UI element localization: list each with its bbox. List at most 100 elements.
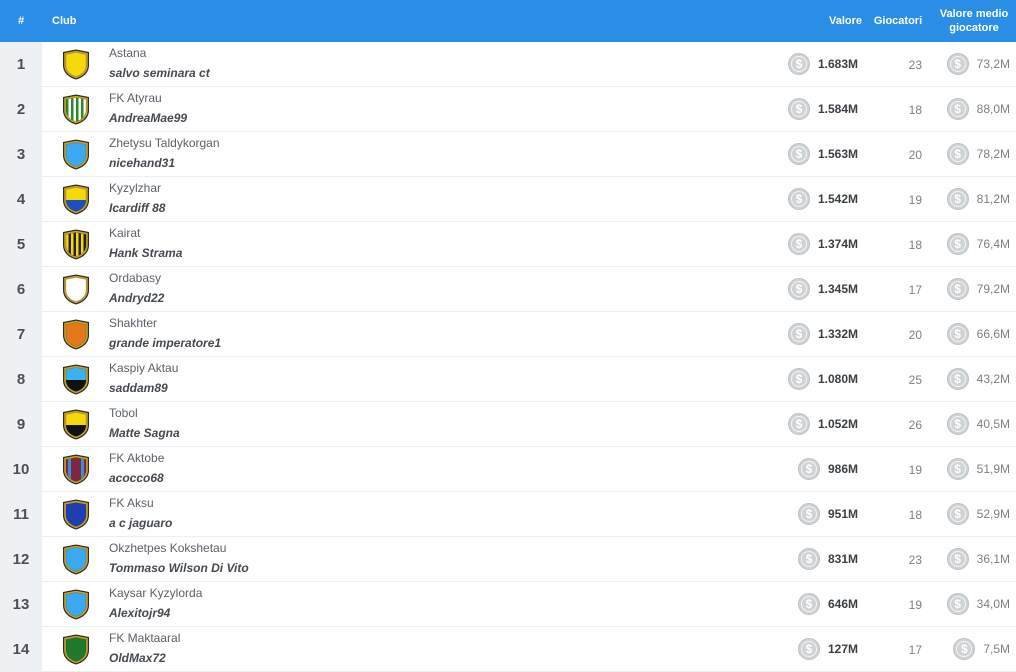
header-club[interactable]: Club — [52, 0, 76, 42]
owner-name[interactable]: Alexitojr94 — [109, 606, 170, 620]
rank-cell: 1 — [0, 42, 42, 87]
rank-cell: 5 — [0, 222, 42, 267]
giocatori-value: 17 — [908, 282, 922, 297]
club-name[interactable]: FK Aksu — [109, 496, 154, 510]
table-row[interactable]: 5 Kairat Hank Strama $ 1.374M 18 $ 76,4M — [0, 222, 1016, 267]
club-shield-icon — [63, 409, 89, 440]
valore-medio-value: 51,9M — [976, 462, 1010, 476]
valore-value: 831M — [827, 552, 858, 566]
owner-name[interactable]: salvo seminara ct — [109, 66, 210, 80]
valore-cell: $ 646M — [760, 593, 858, 615]
owner-name[interactable]: AndreaMae99 — [109, 111, 187, 125]
table-row[interactable]: 7 Shakhter grande imperatore1 $ 1.332M 2… — [0, 312, 1016, 357]
owner-name[interactable]: grande imperatore1 — [109, 336, 221, 350]
table-row[interactable]: 10 FK Aktobe acocco68 $ 986M 19 $ 51,9M — [0, 447, 1016, 492]
header-valore-medio-line2: giocatore — [949, 22, 999, 34]
coin-icon: $ — [797, 548, 820, 570]
owner-name[interactable]: acocco68 — [109, 471, 164, 485]
giocatori-value: 19 — [908, 192, 922, 207]
valore-medio-cell: $ 66,6M — [932, 323, 1010, 345]
valore-cell: $ 1.345M — [760, 278, 858, 300]
valore-cell: $ 1.374M — [760, 233, 858, 255]
owner-name[interactable]: Matte Sagna — [109, 426, 180, 440]
valore-value: 127M — [827, 642, 858, 656]
coin-icon: $ — [797, 458, 820, 480]
club-name[interactable]: Okzhetpes Kokshetau — [109, 541, 226, 555]
club-name[interactable]: Zhetysu Taldykorgan — [109, 136, 220, 150]
table-row[interactable]: 8 Kaspiy Aktau saddam89 $ 1.080M 25 $ 43… — [0, 357, 1016, 402]
club-shield-icon — [63, 589, 89, 620]
header-valore-medio-line1: Valore medio — [939, 8, 1009, 20]
table-row[interactable]: 2 FK Atyrau AndreaMae99 $ 1.584M 18 $ 88… — [0, 87, 1016, 132]
coin-icon: $ — [787, 143, 810, 165]
table-row[interactable]: 13 Kaysar Kyzylorda Alexitojr94 $ 646M 1… — [0, 582, 1016, 627]
valore-cell: $ 831M — [760, 548, 858, 570]
valore-medio-value: 52,9M — [976, 507, 1010, 521]
table-row[interactable]: 14 FK Maktaaral OldMax72 $ 127M 17 $ 7,5… — [0, 627, 1016, 672]
rank-cell: 12 — [0, 537, 42, 582]
club-name[interactable]: FK Aktobe — [109, 451, 164, 465]
club-name[interactable]: FK Maktaaral — [109, 631, 180, 645]
giocatori-value: 18 — [908, 237, 922, 252]
coin-icon: $ — [797, 638, 820, 660]
club-shield-icon — [63, 139, 89, 170]
owner-name[interactable]: Andryd22 — [109, 291, 164, 305]
club-name[interactable]: FK Atyrau — [109, 91, 162, 105]
club-shield-icon — [63, 499, 89, 530]
rank-cell: 8 — [0, 357, 42, 402]
valore-medio-cell: $ 88,0M — [932, 98, 1010, 120]
club-name[interactable]: Astana — [109, 46, 146, 60]
table-row[interactable]: 9 Tobol Matte Sagna $ 1.052M 26 $ 40,5M — [0, 402, 1016, 447]
table-row[interactable]: 11 FK Aksu a c jaguaro $ 951M 18 $ 52,9M — [0, 492, 1016, 537]
table-row[interactable]: 1 Astana salvo seminara ct $ 1.683M 23 $… — [0, 42, 1016, 87]
club-shield-icon — [63, 544, 89, 575]
header-giocatori[interactable]: Giocatori — [868, 0, 928, 42]
table-row[interactable]: 6 Ordabasy Andryd22 $ 1.345M 17 $ 79,2M — [0, 267, 1016, 312]
valore-medio-value: 43,2M — [976, 372, 1010, 386]
coin-icon: $ — [787, 323, 810, 345]
valore-medio-cell: $ 79,2M — [932, 278, 1010, 300]
coin-icon: $ — [946, 98, 969, 120]
valore-value: 1.052M — [817, 417, 858, 431]
header-valore[interactable]: Valore — [770, 0, 862, 42]
owner-name[interactable]: nicehand31 — [109, 156, 175, 170]
valore-medio-cell: $ 52,9M — [932, 503, 1010, 525]
owner-name[interactable]: Icardiff 88 — [109, 201, 165, 215]
owner-name[interactable]: Hank Strama — [109, 246, 182, 260]
club-name[interactable]: Kyzylzhar — [109, 181, 161, 195]
valore-cell: $ 1.584M — [760, 98, 858, 120]
club-name[interactable]: Kaysar Kyzylorda — [109, 586, 202, 600]
club-name[interactable]: Kairat — [109, 226, 140, 240]
valore-value: 1.584M — [817, 102, 858, 116]
valore-medio-value: 78,2M — [976, 147, 1010, 161]
coin-icon: $ — [946, 53, 969, 75]
valore-medio-cell: $ 73,2M — [932, 53, 1010, 75]
valore-medio-value: 81,2M — [976, 192, 1010, 206]
table-row[interactable]: 12 Okzhetpes Kokshetau Tommaso Wilson Di… — [0, 537, 1016, 582]
valore-value: 1.332M — [817, 327, 858, 341]
club-name[interactable]: Shakhter — [109, 316, 157, 330]
giocatori-value: 20 — [908, 327, 922, 342]
owner-name[interactable]: OldMax72 — [109, 651, 166, 665]
coin-icon: $ — [946, 593, 969, 615]
table-row[interactable]: 4 Kyzylzhar Icardiff 88 $ 1.542M 19 $ 81… — [0, 177, 1016, 222]
coin-icon: $ — [946, 413, 969, 435]
club-name[interactable]: Tobol — [109, 406, 138, 420]
giocatori-value: 23 — [908, 57, 922, 72]
owner-name[interactable]: Tommaso Wilson Di Vito — [109, 561, 249, 575]
valore-medio-cell: $ 76,4M — [932, 233, 1010, 255]
coin-icon: $ — [946, 188, 969, 210]
coin-icon: $ — [787, 98, 810, 120]
club-name[interactable]: Ordabasy — [109, 271, 161, 285]
coin-icon: $ — [946, 143, 969, 165]
valore-medio-cell: $ 78,2M — [932, 143, 1010, 165]
header-valore-medio[interactable]: Valore medio giocatore — [934, 0, 1014, 42]
club-name[interactable]: Kaspiy Aktau — [109, 361, 178, 375]
owner-name[interactable]: a c jaguaro — [109, 516, 172, 530]
table-row[interactable]: 3 Zhetysu Taldykorgan nicehand31 $ 1.563… — [0, 132, 1016, 177]
giocatori-value: 26 — [908, 417, 922, 432]
valore-cell: $ 1.052M — [760, 413, 858, 435]
valore-medio-value: 76,4M — [976, 237, 1010, 251]
owner-name[interactable]: saddam89 — [109, 381, 168, 395]
valore-value: 1.345M — [817, 282, 858, 296]
